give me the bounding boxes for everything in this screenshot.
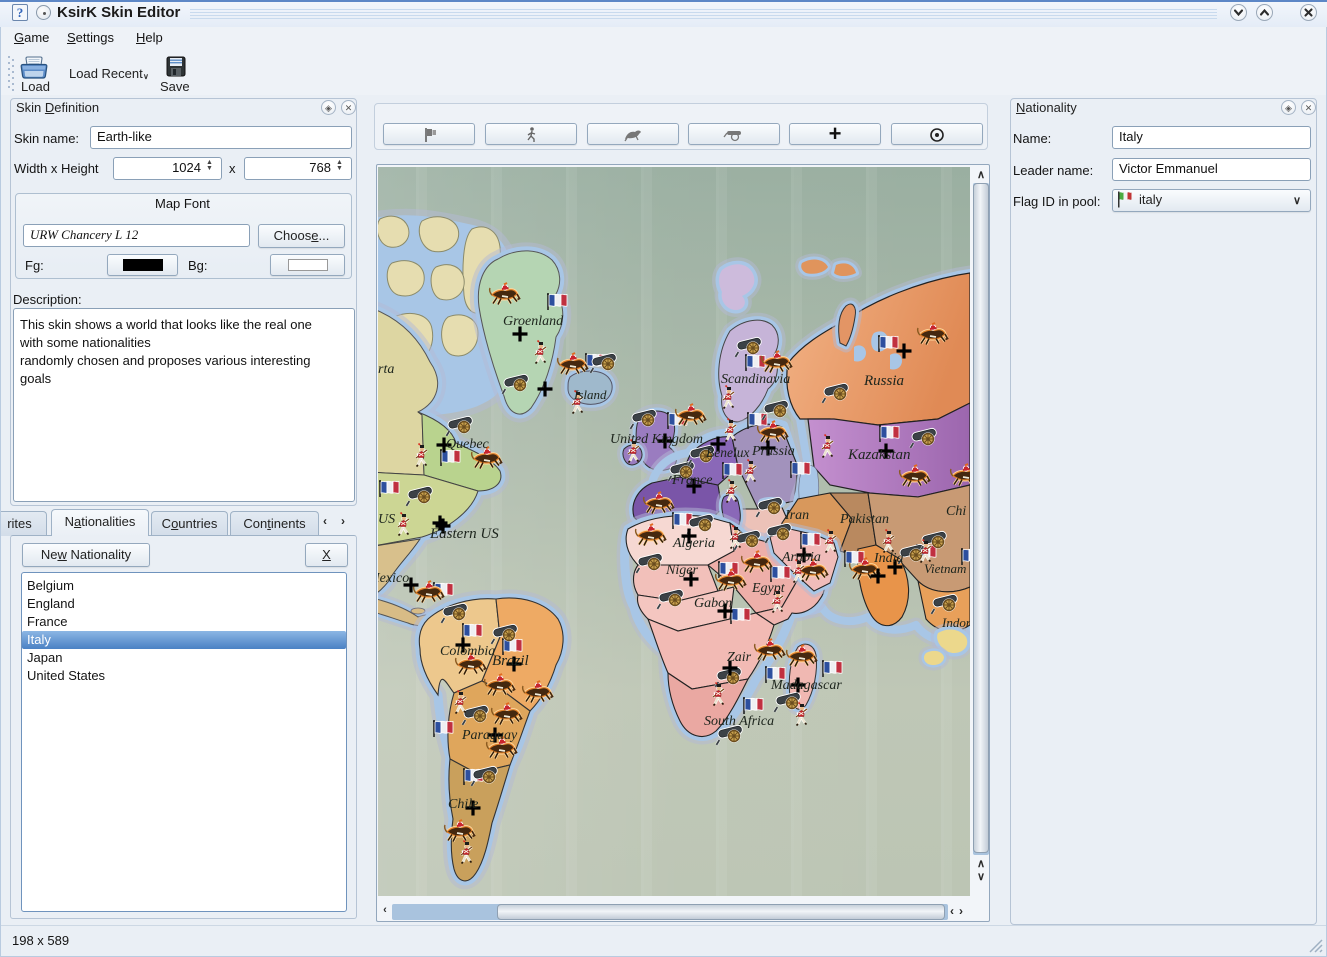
svg-text:Madagascar: Madagascar <box>770 678 842 693</box>
svg-text:United Kingdom: United Kingdom <box>610 432 703 447</box>
svg-text:Mexico: Mexico <box>378 571 409 586</box>
svg-text:Kazakstan: Kazakstan <box>847 447 911 463</box>
svg-text:Vietnam: Vietnam <box>924 561 966 576</box>
svg-text:Niger: Niger <box>665 563 698 578</box>
svg-text:Russia: Russia <box>863 373 904 389</box>
svg-text:Chi: Chi <box>946 504 966 519</box>
svg-text:rta: rta <box>378 362 394 377</box>
svg-text:Arabia: Arabia <box>781 550 821 565</box>
svg-text:Chile: Chile <box>448 797 478 812</box>
svg-text:Algeria: Algeria <box>672 536 715 551</box>
svg-text:India: India <box>873 551 904 566</box>
svg-text:Paraguay: Paraguay <box>461 728 518 743</box>
svg-text:Indon: Indon <box>941 615 970 630</box>
svg-text:Quebec: Quebec <box>446 437 490 452</box>
svg-text:Eastern US: Eastern US <box>429 526 499 542</box>
svg-text:France: France <box>671 473 712 488</box>
svg-text:Pakistan: Pakistan <box>839 512 889 527</box>
svg-text:Island: Island <box>573 387 607 402</box>
svg-text:Prussia: Prussia <box>751 444 795 459</box>
svg-text:South Africa: South Africa <box>704 714 774 729</box>
svg-text:Scandinavia: Scandinavia <box>721 372 790 387</box>
svg-text:US: US <box>378 512 395 527</box>
svg-text:Zair: Zair <box>727 650 752 665</box>
svg-text:Gabon: Gabon <box>694 596 732 611</box>
svg-text:Groenland: Groenland <box>503 314 564 329</box>
svg-text:Brazil: Brazil <box>492 653 529 669</box>
svg-text:Colombia: Colombia <box>440 644 495 659</box>
svg-text:Egypt: Egypt <box>751 581 786 596</box>
svg-text:Benelux: Benelux <box>706 445 749 460</box>
svg-text:Iran: Iran <box>784 508 809 523</box>
